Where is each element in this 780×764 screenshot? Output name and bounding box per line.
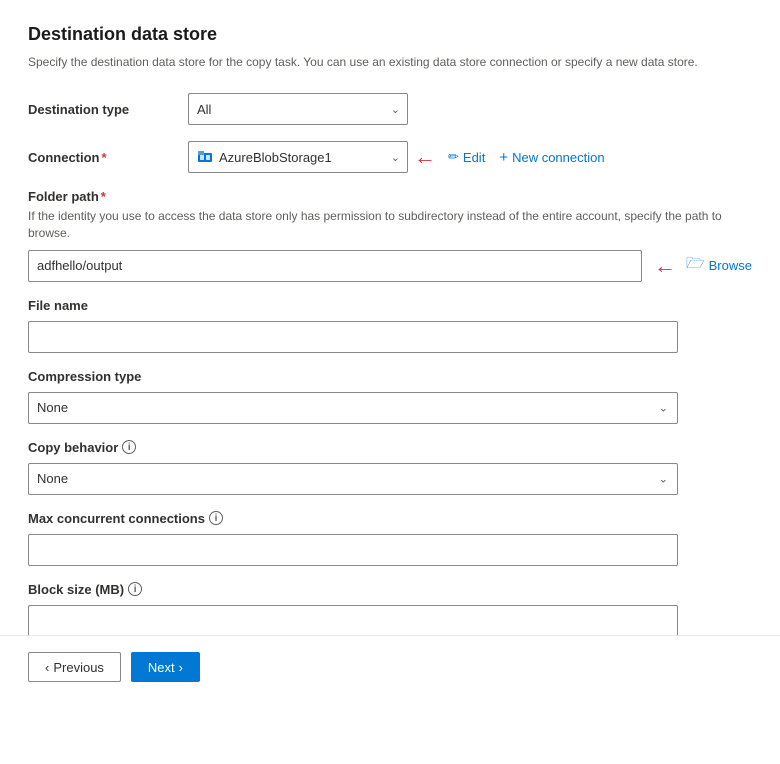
folder-path-input[interactable] [28,250,642,282]
copy-behavior-section: Copy behavior i None PreserveHierarchy F… [28,440,752,495]
folder-red-arrow-icon: ← [654,253,676,279]
max-concurrent-field-row: Max concurrent connections i [28,511,752,566]
block-size-input[interactable] [28,605,678,637]
copy-behavior-label: Copy behavior i [28,440,752,455]
block-size-field-row: Block size (MB) i [28,582,752,637]
max-concurrent-section: Max concurrent connections i [28,511,752,566]
compression-type-label: Compression type [28,369,752,384]
copy-behavior-info-icon: i [122,440,136,454]
new-connection-link[interactable]: + New connection [499,149,604,166]
copy-behavior-field-row: Copy behavior i None PreserveHierarchy F… [28,440,752,495]
block-size-section: Block size (MB) i [28,582,752,637]
next-arrow-icon: › [179,660,183,675]
file-name-label: File name [28,298,752,313]
page-title: Destination data store [28,24,752,45]
folder-path-description: If the identity you use to access the da… [28,208,752,242]
edit-link[interactable]: ✏ Edit [448,149,485,165]
destination-type-select[interactable]: All [188,93,408,125]
max-concurrent-input[interactable] [28,534,678,566]
compression-type-field-row: Compression type None gzip bzip2 deflate… [28,369,752,424]
previous-button[interactable]: ‹ Previous [28,652,121,682]
edit-pencil-icon: ✏ [448,149,459,165]
folder-path-row: ← 🗁 Browse [28,250,752,282]
folder-path-label: Folder path* [28,189,752,204]
page-description: Specify the destination data store for t… [28,53,752,71]
connection-row-wrap: AzureBlobStorage1 ⌄ ← ✏ Edit + New conne… [188,141,605,173]
destination-type-label: Destination type [28,102,188,117]
compression-type-section: Compression type None gzip bzip2 deflate… [28,369,752,424]
connection-row: Connection* AzureBlobStorage1 [28,141,752,173]
max-concurrent-info-icon: i [209,511,223,525]
connection-control: AzureBlobStorage1 ⌄ ← ✏ Edit + New conne… [188,141,752,173]
browse-link[interactable]: 🗁 Browse [686,253,752,278]
max-concurrent-label: Max concurrent connections i [28,511,752,526]
required-star: * [102,150,107,165]
block-size-label: Block size (MB) i [28,582,752,597]
connection-actions: ✏ Edit + New connection [448,149,605,166]
connection-select[interactable]: AzureBlobStorage1 [188,141,408,173]
connection-label: Connection* [28,150,188,165]
destination-type-control: All ⌄ [188,93,752,125]
browse-folder-icon: 🗁 [686,253,705,278]
next-button[interactable]: Next › [131,652,200,682]
connection-red-arrow-icon: ← [414,146,436,168]
previous-arrow-icon: ‹ [45,660,49,675]
azure-blob-icon [197,149,213,165]
plus-icon: + [499,149,508,166]
compression-type-select-wrapper: None gzip bzip2 deflate ZipDeflate TarGz… [28,392,678,424]
destination-type-select-wrapper: All ⌄ [188,93,408,125]
connection-select-wrapper[interactable]: AzureBlobStorage1 ⌄ [188,141,408,173]
block-size-info-icon: i [128,582,142,596]
folder-required-star: * [101,189,106,204]
folder-path-section: Folder path* If the identity you use to … [28,189,752,282]
destination-type-row: Destination type All ⌄ [28,93,752,125]
footer: ‹ Previous Next › [0,635,780,698]
file-name-section: File name [28,298,752,353]
copy-behavior-select[interactable]: None PreserveHierarchy FlattenHierarchy … [28,463,678,495]
file-name-field-row: File name [28,298,752,353]
compression-type-select[interactable]: None gzip bzip2 deflate ZipDeflate TarGz… [28,392,678,424]
connection-value: AzureBlobStorage1 [219,150,332,165]
file-name-input[interactable] [28,321,678,353]
copy-behavior-select-wrapper: None PreserveHierarchy FlattenHierarchy … [28,463,678,495]
